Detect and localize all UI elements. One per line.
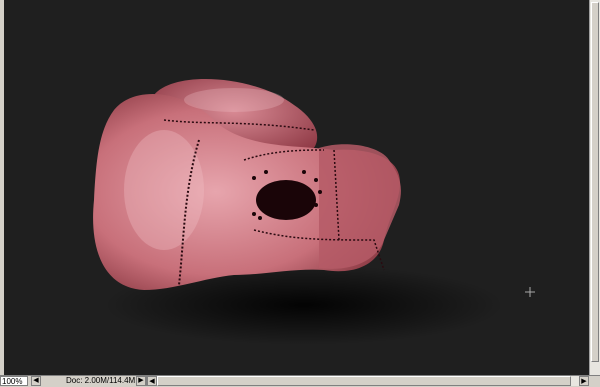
document-canvas[interactable] (4, 0, 589, 375)
glove-hole (256, 180, 316, 220)
app-window: 100% ◀ Doc: 2.00M/114.4M ▶ ◀ ▶ (0, 0, 600, 387)
canvas-artwork (93, 78, 535, 345)
horizontal-scrollbar[interactable]: ◀ ▶ (146, 376, 589, 386)
crosshair-cursor-icon (525, 287, 535, 297)
scroll-left-icon[interactable]: ◀ (147, 376, 157, 386)
vertical-scroll-thumb[interactable] (591, 2, 599, 362)
zoom-level-field[interactable]: 100% (0, 376, 28, 386)
nav-prev-icon[interactable]: ◀ (31, 376, 41, 386)
scrollbar-corner (589, 376, 600, 386)
scroll-right-icon[interactable]: ▶ (579, 376, 589, 386)
glove-cuff (319, 144, 401, 269)
status-bar: 100% ◀ Doc: 2.00M/114.4M ▶ ◀ ▶ (0, 375, 600, 387)
vertical-scrollbar[interactable] (589, 0, 600, 375)
glove-highlight-top (184, 88, 284, 112)
nav-next-icon[interactable]: ▶ (136, 376, 146, 386)
document-size-info[interactable]: Doc: 2.00M/114.4M (66, 376, 135, 386)
glove-highlight (124, 130, 204, 250)
horizontal-scroll-thumb[interactable] (157, 376, 571, 386)
